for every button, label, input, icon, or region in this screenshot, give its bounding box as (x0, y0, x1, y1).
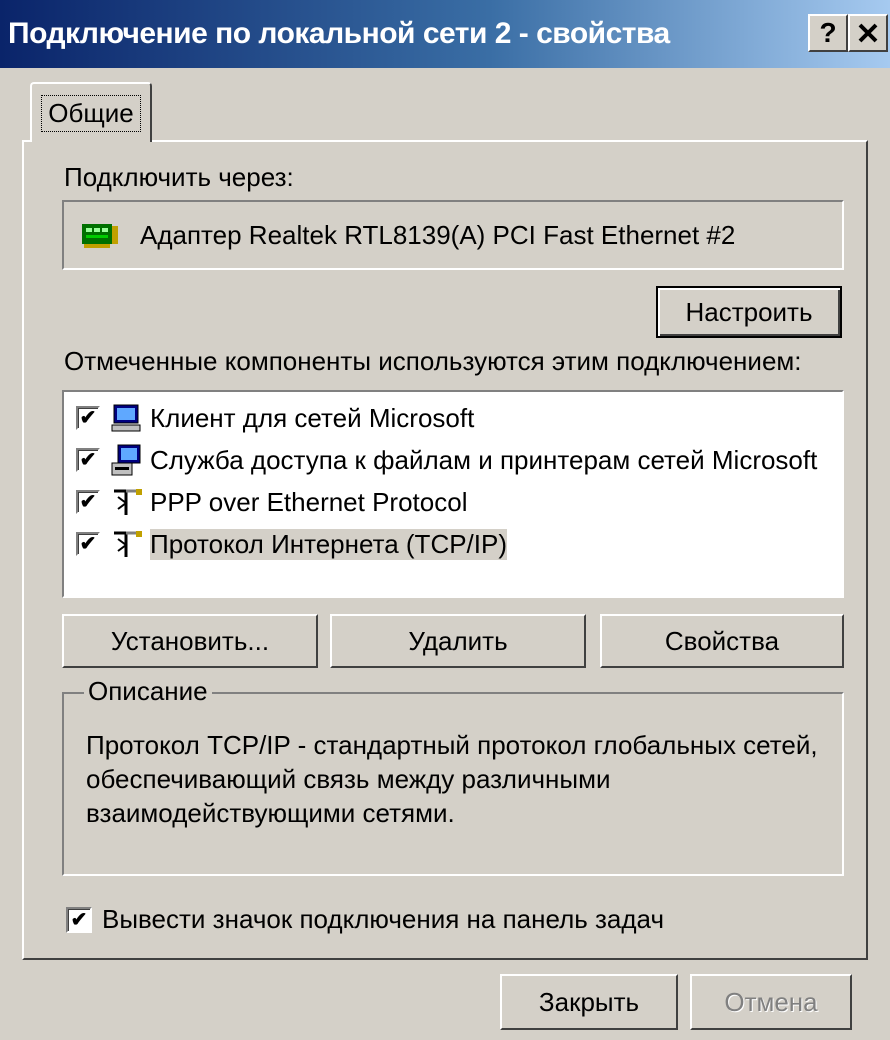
help-button[interactable]: ? (808, 14, 848, 52)
close-button[interactable]: Закрыть (500, 974, 678, 1030)
list-item[interactable]: ✔ Служба доступа к файлам и принтерам се… (76, 440, 817, 480)
install-button[interactable]: Установить... (62, 614, 318, 668)
list-item[interactable]: ✔ Протокол Интернета (TCP/IP) (76, 524, 508, 564)
list-item[interactable]: ✔ Клиент для сетей Microsoft (76, 398, 474, 438)
description-text: Протокол TCP/IP - стандартный протокол г… (86, 730, 818, 828)
properties-window: Подключение по локальной сети 2 - свойст… (0, 0, 890, 1040)
component-checkbox[interactable]: ✔ (76, 490, 100, 514)
title-bar[interactable]: Подключение по локальной сети 2 - свойст… (0, 0, 890, 68)
component-checkbox[interactable]: ✔ (76, 532, 100, 556)
component-label: Протокол Интернета (TCP/IP) (150, 528, 508, 560)
taskbar-icon-label: Вывести значок подключения на панель зад… (102, 904, 664, 934)
taskbar-icon-option[interactable]: ✔ Вывести значок подключения на панель з… (66, 904, 664, 935)
network-adapter-icon (82, 224, 118, 248)
component-label: PPP over Ethernet Protocol (150, 486, 468, 517)
remove-button[interactable]: Удалить (330, 614, 586, 668)
window-title: Подключение по локальной сети 2 - свойст… (8, 17, 670, 50)
configure-button[interactable]: Настроить (656, 286, 842, 338)
close-window-button[interactable] (848, 14, 888, 52)
protocol-icon (114, 531, 142, 557)
file-print-service-icon (111, 444, 141, 476)
protocol-icon (114, 489, 142, 515)
component-label: Служба доступа к файлам и принтерам сете… (150, 444, 818, 475)
adapter-name: Адаптер Realtek RTL8139(A) PCI Fast Ethe… (140, 219, 736, 250)
properties-button[interactable]: Свойства (600, 614, 844, 668)
network-client-icon (111, 404, 141, 432)
description-legend: Описание (84, 676, 212, 707)
taskbar-icon-checkbox[interactable]: ✔ (66, 906, 92, 933)
cancel-button: Отмена (690, 974, 852, 1030)
component-checkbox[interactable]: ✔ (76, 406, 100, 430)
tab-general[interactable]: Общие (30, 82, 152, 142)
adapter-box: Адаптер Realtek RTL8139(A) PCI Fast Ethe… (62, 200, 844, 270)
tab-general-label: Общие (41, 94, 141, 132)
components-label: Отмеченные компоненты используются этим … (64, 346, 802, 376)
close-icon (858, 23, 878, 43)
components-list[interactable]: ✔ Клиент для сетей Microsoft ✔ Служба до… (62, 390, 844, 598)
component-checkbox[interactable]: ✔ (76, 448, 100, 472)
component-label: Клиент для сетей Microsoft (150, 402, 475, 433)
list-item[interactable]: ✔ PPP over Ethernet Protocol (76, 482, 467, 522)
connect-via-label: Подключить через: (64, 162, 294, 192)
